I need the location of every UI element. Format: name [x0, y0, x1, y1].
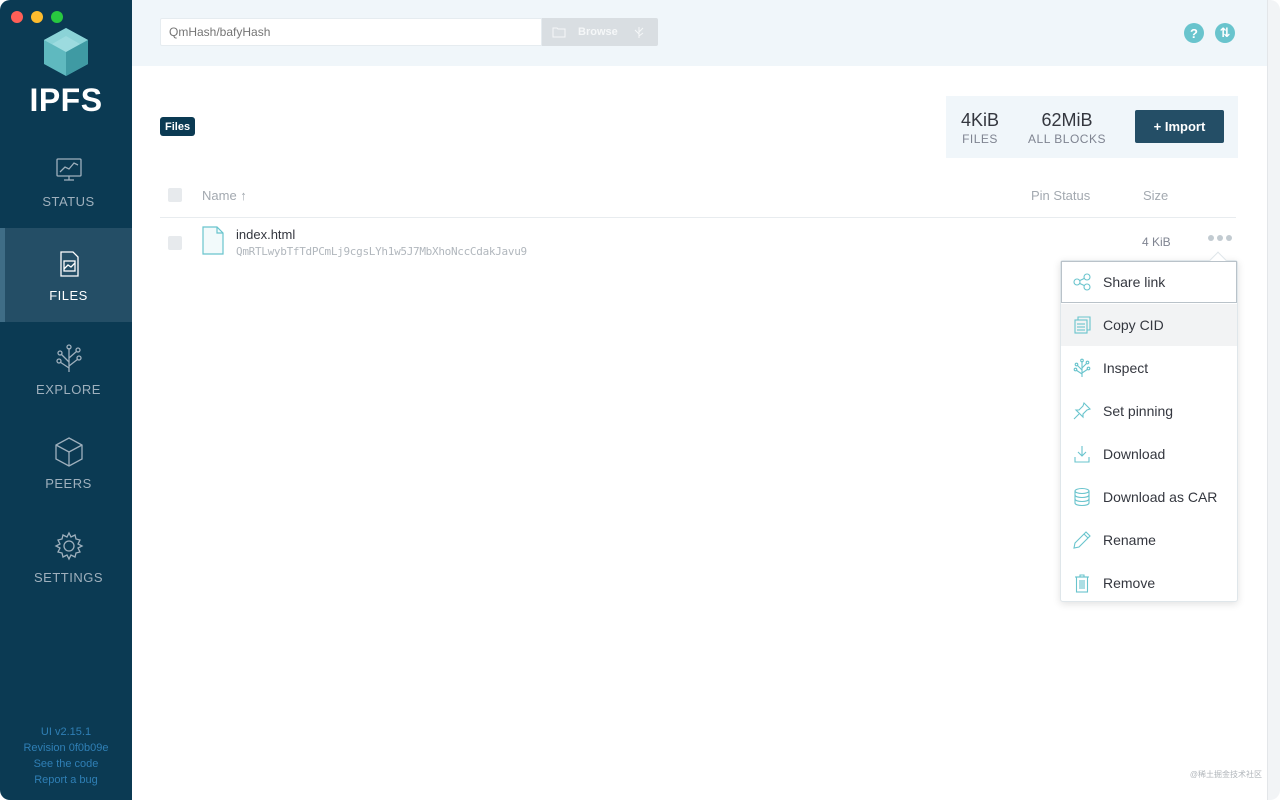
sidebar-item-label: SETTINGS — [33, 569, 103, 585]
ipfs-logo[interactable]: IPFS — [0, 26, 132, 119]
files-size-stat: 4KiB FILES — [960, 110, 1000, 146]
peers-icon — [54, 436, 83, 467]
menu-item-share-link[interactable]: Share link — [1061, 261, 1237, 303]
sidebar-item-label: PEERS — [45, 475, 92, 491]
hash-search-input[interactable] — [160, 18, 542, 46]
status-icon — [55, 157, 82, 181]
row-checkbox[interactable] — [168, 236, 182, 250]
sync-icon[interactable]: ⇅ — [1215, 23, 1235, 43]
trash-icon — [1075, 574, 1089, 593]
menu-item-label: Set pinning — [1103, 403, 1174, 419]
menu-item-inspect[interactable]: Inspect — [1061, 347, 1237, 389]
sidebar-item-label: EXPLORE — [36, 381, 101, 397]
menu-item-copy-cid[interactable]: Copy CID — [1061, 304, 1237, 346]
files-size-label: FILES — [962, 132, 998, 146]
inspect-icon — [1073, 358, 1091, 377]
ui-version-link[interactable]: UI v2.15.1 — [0, 724, 132, 740]
explore-icon — [55, 343, 82, 372]
files-icon — [59, 250, 79, 277]
file-context-menu: Share link Copy CID Inspect Set pinning … — [1060, 251, 1238, 604]
settings-icon — [54, 531, 83, 560]
window-scroll-gutter — [1267, 0, 1280, 800]
pencil-icon — [1073, 531, 1091, 549]
all-blocks-label: ALL BLOCKS — [1028, 132, 1106, 146]
menu-item-set-pinning[interactable]: Set pinning — [1061, 390, 1237, 432]
menu-item-download[interactable]: Download — [1061, 433, 1237, 475]
menu-item-label: Inspect — [1103, 360, 1149, 376]
browse-label: Browse — [578, 26, 618, 38]
menu-item-label: Rename — [1103, 532, 1156, 548]
sidebar: IPFS STATUS FILES EXPLORE PEERS SETTINGS… — [0, 0, 132, 800]
sidebar-item-files[interactable]: FILES — [0, 228, 132, 322]
sidebar-item-status[interactable]: STATUS — [0, 134, 132, 228]
menu-item-remove[interactable]: Remove — [1061, 562, 1237, 604]
menu-item-rename[interactable]: Rename — [1061, 519, 1237, 561]
revision-link[interactable]: Revision 0f0b09e — [0, 740, 132, 756]
sidebar-item-peers[interactable]: PEERS — [0, 416, 132, 510]
help-icon[interactable]: ? — [1184, 23, 1204, 43]
sidebar-footer: UI v2.15.1 Revision 0f0b09e See the code… — [0, 724, 132, 788]
breadcrumb-files[interactable]: Files — [160, 117, 196, 136]
sidebar-item-label: FILES — [49, 287, 88, 303]
browse-button[interactable]: Browse — [542, 18, 658, 46]
zoom-window-button[interactable] — [51, 11, 63, 23]
file-icon — [202, 226, 224, 255]
column-header-pin-status: Pin Status — [1031, 188, 1091, 203]
menu-item-label: Remove — [1103, 575, 1156, 591]
app-window: IPFS STATUS FILES EXPLORE PEERS SETTINGS… — [0, 0, 1280, 800]
logo-text: IPFS — [29, 82, 103, 118]
file-cid: QmRTLwybTfTdPCmLj9cgsLYh1w5J7MbXhoNccCda… — [236, 245, 527, 258]
close-window-button[interactable] — [11, 11, 23, 23]
minimize-window-button[interactable] — [31, 11, 43, 23]
column-header-name[interactable]: Name ↑ — [202, 188, 247, 203]
repo-stats-panel: 4KiB FILES 62MiB ALL BLOCKS + Import — [946, 96, 1238, 158]
download-icon — [1074, 446, 1090, 463]
column-header-size[interactable]: Size — [1143, 188, 1168, 203]
window-controls — [11, 11, 63, 23]
menu-item-label: Share link — [1103, 274, 1166, 290]
select-all-checkbox[interactable] — [168, 188, 182, 202]
explore-tree-icon — [634, 27, 644, 38]
files-table-header: Name ↑ Pin Status Size — [160, 176, 1236, 218]
see-code-link[interactable]: See the code — [0, 756, 132, 772]
copy-icon — [1074, 316, 1091, 334]
more-options-icon[interactable] — [1208, 235, 1232, 243]
menu-item-label: Copy CID — [1103, 317, 1164, 333]
all-blocks-stat: 62MiB ALL BLOCKS — [1026, 110, 1108, 146]
menu-item-download-car[interactable]: Download as CAR — [1061, 476, 1237, 518]
sidebar-item-settings[interactable]: SETTINGS — [0, 510, 132, 604]
pin-icon — [1073, 401, 1092, 420]
ipfs-cube-icon — [44, 28, 88, 76]
top-bar: Browse ? ⇅ — [132, 0, 1267, 66]
watermark: @稀土掘金技术社区 — [1189, 770, 1262, 779]
share-icon — [1073, 273, 1091, 291]
report-bug-link[interactable]: Report a bug — [0, 772, 132, 788]
menu-item-label: Download — [1103, 446, 1166, 462]
sidebar-nav: STATUS FILES EXPLORE PEERS SETTINGS — [0, 134, 132, 604]
table-row[interactable]: index.html QmRTLwybTfTdPCmLj9cgsLYh1w5J7… — [160, 219, 1236, 265]
import-button[interactable]: + Import — [1135, 110, 1224, 143]
sidebar-item-label: STATUS — [42, 193, 95, 209]
folder-icon — [552, 27, 566, 38]
sidebar-item-explore[interactable]: EXPLORE — [0, 322, 132, 416]
file-name[interactable]: index.html — [236, 227, 295, 242]
menu-item-label: Download as CAR — [1103, 489, 1218, 505]
database-icon — [1074, 487, 1090, 507]
all-blocks-value: 62MiB — [1041, 110, 1093, 130]
files-size-value: 4KiB — [960, 110, 1000, 130]
file-size: 4 KiB — [1142, 235, 1171, 249]
